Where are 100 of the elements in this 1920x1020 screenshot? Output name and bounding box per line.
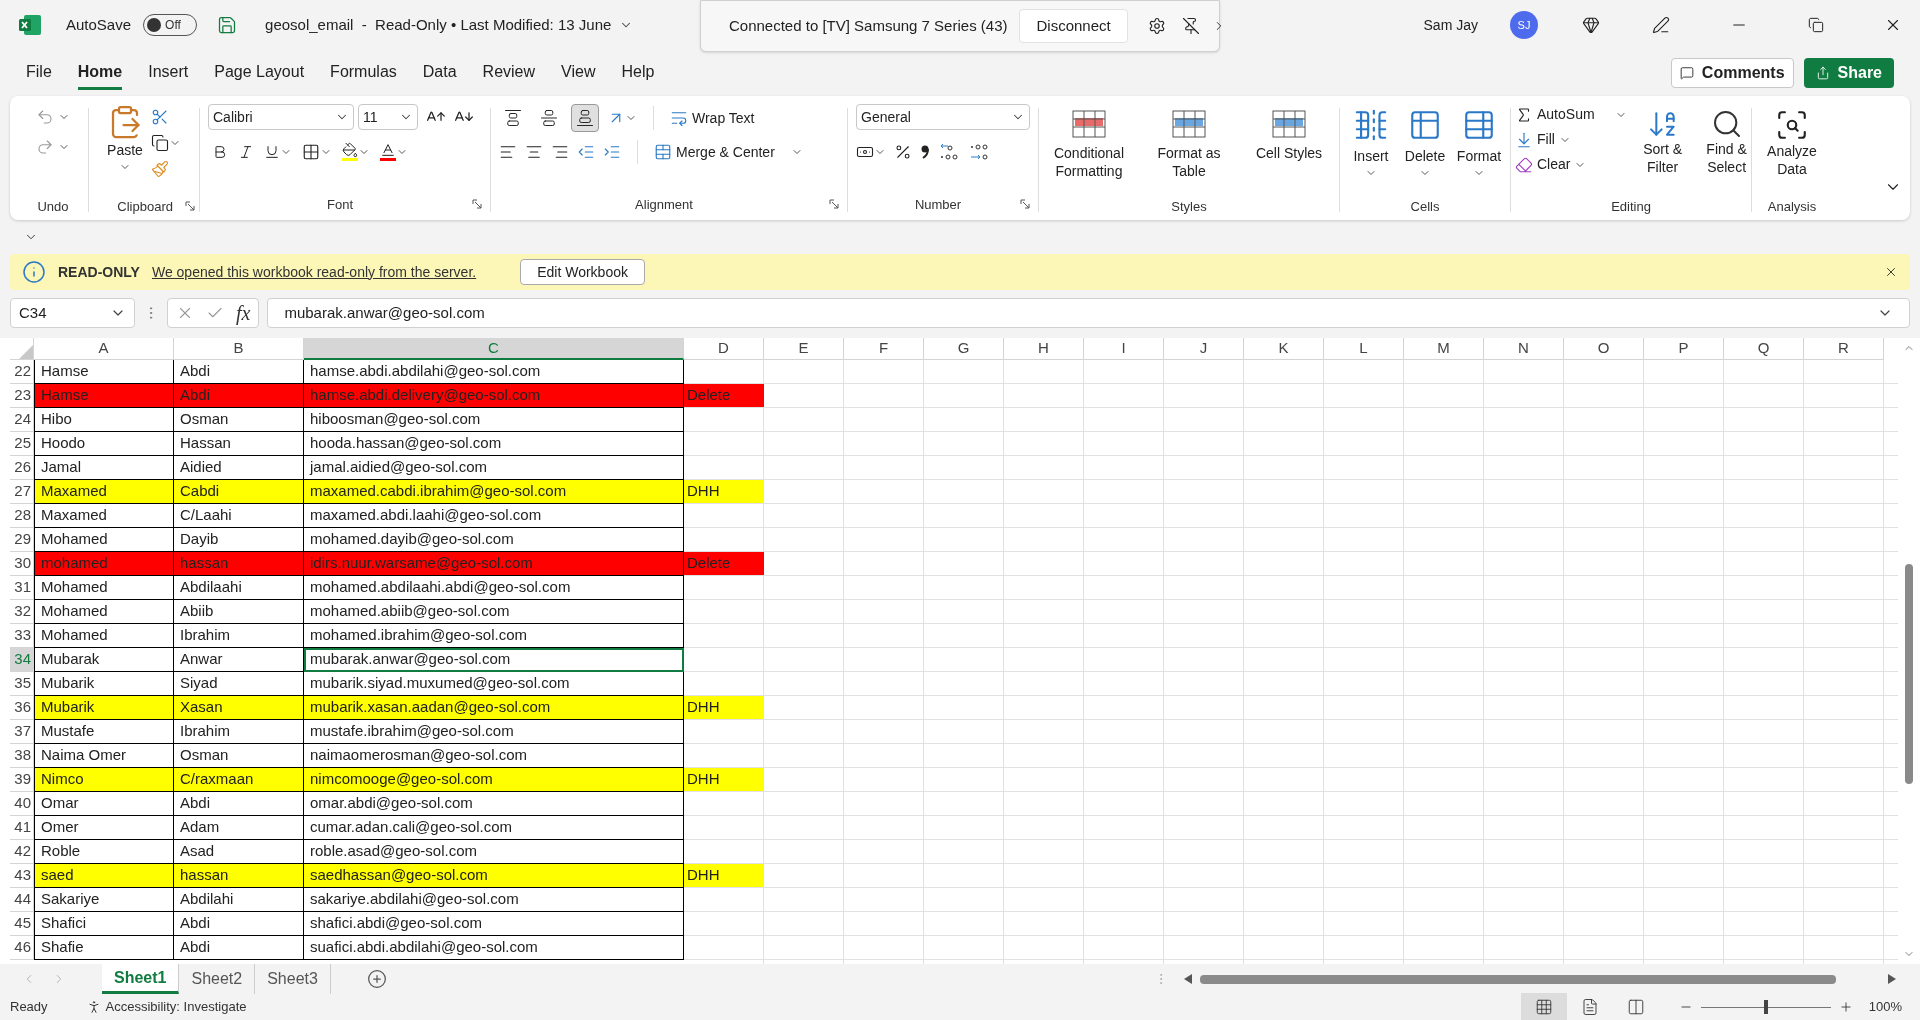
redo-icon[interactable]: [36, 138, 54, 156]
style-button[interactable]: Cell Styles: [1239, 104, 1339, 197]
wrap-text-button[interactable]: Wrap Text: [670, 107, 755, 129]
row-header[interactable]: 37: [10, 720, 34, 744]
row-header[interactable]: 25: [10, 432, 34, 456]
name-box[interactable]: C34: [10, 298, 135, 328]
scrollbar-thumb[interactable]: [1905, 564, 1913, 784]
comments-button[interactable]: Comments: [1670, 58, 1794, 88]
dialog-launcher-icon[interactable]: [1020, 199, 1030, 209]
font-color-icon[interactable]: [380, 142, 396, 158]
column-header[interactable]: G: [924, 338, 1004, 360]
row-header[interactable]: 22: [10, 360, 34, 384]
undo-icon[interactable]: [36, 108, 54, 126]
restore-icon[interactable]: [1808, 17, 1824, 33]
column-header[interactable]: O: [1564, 338, 1644, 360]
dialog-launcher-icon[interactable]: [185, 201, 195, 212]
banner-message-link[interactable]: We opened this workbook read-only from the server.: [151, 261, 477, 283]
menu-tab[interactable]: File: [26, 56, 52, 90]
analyze-data-button[interactable]: Analyze Data: [1762, 104, 1822, 197]
row-header[interactable]: 29: [10, 528, 34, 552]
column-header[interactable]: K: [1244, 338, 1324, 360]
sheet-tab[interactable]: Sheet3: [255, 964, 331, 994]
row-header[interactable]: 35: [10, 672, 34, 696]
row-header[interactable]: 45: [10, 912, 34, 936]
column-header[interactable]: D: [684, 338, 764, 360]
insert-function-button[interactable]: fx: [236, 298, 251, 328]
align-bottom-icon[interactable]: [571, 104, 599, 132]
row-header[interactable]: 28: [10, 504, 34, 528]
row-header[interactable]: 38: [10, 744, 34, 768]
row-header[interactable]: 24: [10, 408, 34, 432]
row-header[interactable]: 40: [10, 792, 34, 816]
percent-icon[interactable]: [894, 143, 912, 161]
sheet-tab[interactable]: Sheet2: [179, 964, 256, 994]
editing-button[interactable]: Sort & Filter: [1634, 104, 1691, 197]
normal-view-icon[interactable]: [1520, 993, 1567, 1020]
pen-icon[interactable]: [1652, 16, 1670, 34]
menu-tab[interactable]: Data: [422, 56, 457, 90]
align-center-icon[interactable]: [525, 143, 543, 161]
scroll-left-icon[interactable]: [1184, 974, 1192, 984]
column-header[interactable]: A: [34, 338, 174, 360]
close-icon[interactable]: [1884, 265, 1898, 279]
increase-decimal-icon[interactable]: [938, 142, 960, 162]
user-avatar[interactable]: SJ: [1510, 11, 1538, 39]
share-button[interactable]: Share: [1803, 58, 1894, 88]
pin-off-icon[interactable]: [1181, 17, 1200, 35]
row-header[interactable]: 31: [10, 576, 34, 600]
column-header[interactable]: C: [304, 338, 684, 360]
accessibility-button[interactable]: Accessibility: Investigate: [85, 997, 247, 1017]
column-header[interactable]: P: [1644, 338, 1724, 360]
style-button[interactable]: Format as Table: [1139, 104, 1239, 197]
add-sheet-icon[interactable]: [366, 969, 387, 989]
bold-icon[interactable]: [212, 143, 228, 160]
align-left-icon[interactable]: [499, 143, 517, 161]
align-right-icon[interactable]: [551, 143, 569, 161]
borders-icon[interactable]: [302, 142, 320, 161]
column-header[interactable]: N: [1484, 338, 1564, 360]
diamond-icon[interactable]: [1582, 16, 1600, 34]
paste-button[interactable]: Paste: [107, 104, 143, 197]
row-header[interactable]: 42: [10, 840, 34, 864]
scrollbar-thumb[interactable]: [1200, 974, 1836, 984]
column-header[interactable]: Q: [1724, 338, 1804, 360]
underline-icon[interactable]: [264, 143, 280, 160]
italic-icon[interactable]: [238, 143, 254, 160]
clear-button[interactable]: Clear: [1515, 154, 1627, 175]
merge-center-button[interactable]: Merge & Center: [654, 141, 803, 163]
decrease-indent-icon[interactable]: [577, 143, 595, 161]
edit-workbook-button[interactable]: Edit Workbook: [520, 259, 645, 285]
row-header[interactable]: 41: [10, 816, 34, 840]
row-header[interactable]: 34: [10, 648, 34, 672]
cells-button[interactable]: Format: [1452, 104, 1506, 197]
increase-indent-icon[interactable]: [603, 143, 621, 161]
column-header[interactable]: J: [1164, 338, 1244, 360]
dialog-launcher-icon[interactable]: [829, 199, 839, 209]
menu-tab[interactable]: Home: [77, 56, 123, 90]
formula-input[interactable]: mubarak.anwar@geo-sol.com: [267, 298, 1910, 328]
menu-tab[interactable]: Page Layout: [214, 56, 305, 90]
comma-style-icon[interactable]: [920, 144, 930, 160]
number-format-dropdown[interactable]: General: [856, 104, 1030, 130]
format-painter-icon[interactable]: [151, 160, 169, 178]
save-icon[interactable]: [217, 15, 238, 35]
column-header[interactable]: I: [1084, 338, 1164, 360]
row-header[interactable]: 46: [10, 936, 34, 960]
column-header[interactable]: E: [764, 338, 844, 360]
cells-button[interactable]: Delete: [1398, 104, 1452, 197]
menu-tab[interactable]: Formulas: [330, 56, 397, 90]
column-header[interactable]: L: [1324, 338, 1404, 360]
column-header[interactable]: M: [1404, 338, 1484, 360]
menu-tab[interactable]: Help: [621, 56, 655, 90]
autosum-button[interactable]: AutoSum: [1515, 104, 1627, 125]
fill-color-icon[interactable]: [342, 142, 358, 158]
decrease-decimal-icon[interactable]: [968, 142, 990, 162]
zoom-level[interactable]: 100%: [1868, 997, 1902, 1017]
column-header[interactable]: F: [844, 338, 924, 360]
column-header[interactable]: H: [1004, 338, 1084, 360]
row-header[interactable]: 32: [10, 600, 34, 624]
document-title[interactable]: geosol_email - Read-Only • Last Modified: 13 June: [265, 13, 634, 37]
menu-tab[interactable]: Insert: [148, 56, 189, 90]
font-size-dropdown[interactable]: 11: [358, 104, 418, 130]
copy-icon[interactable]: [151, 134, 169, 152]
style-button[interactable]: Conditional Formatting: [1039, 104, 1139, 197]
